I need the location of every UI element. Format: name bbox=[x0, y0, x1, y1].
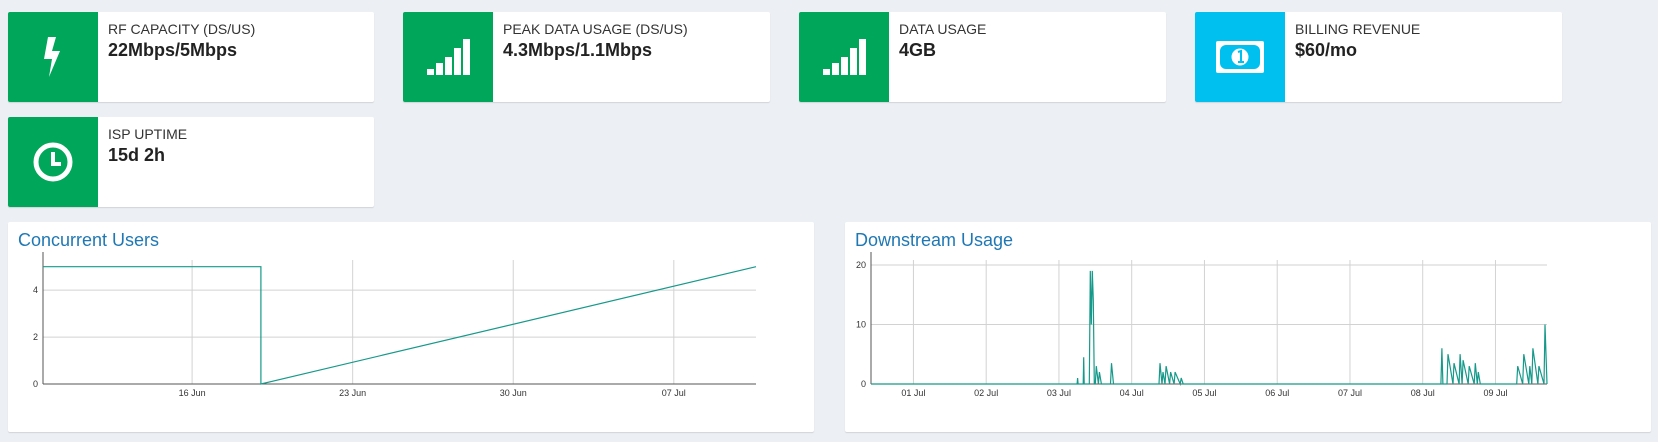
y-tick-label: 0 bbox=[861, 379, 866, 389]
info-box-label: DATA USAGE bbox=[899, 21, 987, 37]
concurrent-users-chart: 0 2 4 16 Jun 23 Jun 30 Jun 07 Jul bbox=[33, 252, 757, 398]
info-box-value: 4GB bbox=[899, 40, 937, 60]
info-box-billing-revenue: BILLING REVENUE $60/mo bbox=[1195, 12, 1562, 102]
x-tick-label: 02 Jul bbox=[974, 388, 998, 398]
info-box-label: BILLING REVENUE bbox=[1295, 21, 1421, 37]
x-tick-label: 16 Jun bbox=[179, 388, 206, 398]
x-tick-label: 04 Jul bbox=[1120, 388, 1144, 398]
money-bill-icon bbox=[1216, 41, 1264, 73]
info-icon-bg bbox=[1195, 12, 1285, 102]
clock-icon bbox=[33, 142, 73, 182]
info-box-label: RF CAPACITY (DS/US) bbox=[108, 21, 256, 37]
info-box-data-usage: DATA USAGE 4GB bbox=[799, 12, 1166, 102]
x-tick-label: 01 Jul bbox=[901, 388, 925, 398]
info-box-rf-capacity: RF CAPACITY (DS/US) 22Mbps/5Mbps bbox=[8, 12, 374, 102]
x-tick-label: 30 Jun bbox=[500, 388, 527, 398]
concurrent-users-panel: Concurrent Users 0 2 4 16 Jun 23 Jun 30 Jun 07… bbox=[8, 222, 814, 432]
info-icon-bg bbox=[403, 12, 493, 102]
x-tick-label: 23 Jun bbox=[339, 388, 366, 398]
bolt-icon bbox=[44, 37, 60, 77]
x-tick-label: 06 Jul bbox=[1265, 388, 1289, 398]
x-tick-label: 05 Jul bbox=[1192, 388, 1216, 398]
series-line bbox=[43, 266, 757, 385]
y-tick-label: 0 bbox=[33, 379, 38, 389]
signal-bars-icon bbox=[427, 39, 470, 75]
info-box-value: 4.3Mbps/1.1Mbps bbox=[503, 40, 653, 60]
info-box-value: 22Mbps/5Mbps bbox=[108, 40, 238, 60]
info-box-label: ISP UPTIME bbox=[108, 126, 188, 142]
y-tick-label: 2 bbox=[33, 332, 38, 342]
info-icon-bg bbox=[8, 117, 98, 207]
info-box-value: $60/mo bbox=[1295, 40, 1358, 60]
y-tick-label: 10 bbox=[856, 319, 866, 329]
info-box-value: 15d 2h bbox=[108, 145, 166, 165]
y-tick-label: 4 bbox=[33, 285, 38, 295]
series-line bbox=[871, 270, 1548, 387]
x-tick-label: 07 Jul bbox=[1338, 388, 1362, 398]
x-tick-label: 08 Jul bbox=[1411, 388, 1435, 398]
downstream-usage-panel: Downstream Usage 0 10 20 01 Jul 02 Jul 03 Jul… bbox=[845, 222, 1651, 432]
x-tick-label: 07 Jul bbox=[662, 388, 686, 398]
downstream-usage-chart: 0 10 20 01 Jul 02 Jul 03 Jul 04 Jul 05 Jul 06 Ju… bbox=[856, 252, 1548, 398]
info-box-label: PEAK DATA USAGE (DS/US) bbox=[503, 21, 688, 37]
x-tick-label: 03 Jul bbox=[1047, 388, 1071, 398]
x-tick-label: 09 Jul bbox=[1483, 388, 1507, 398]
info-box-isp-uptime: ISP UPTIME 15d 2h bbox=[8, 117, 374, 207]
y-tick-label: 20 bbox=[856, 260, 866, 270]
info-icon-bg bbox=[8, 12, 98, 102]
info-icon-bg bbox=[799, 12, 889, 102]
signal-bars-icon bbox=[823, 39, 866, 75]
info-box-peak-data-usage: PEAK DATA USAGE (DS/US) 4.3Mbps/1.1Mbps bbox=[403, 12, 770, 102]
